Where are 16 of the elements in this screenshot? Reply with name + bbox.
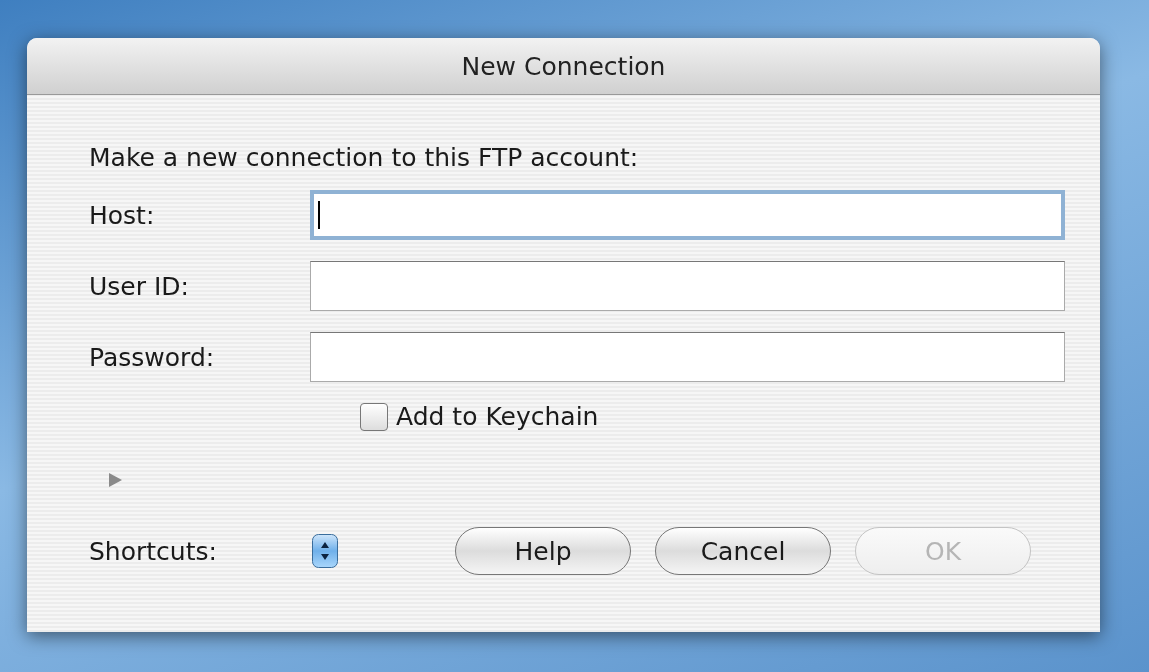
- shortcuts-label: Shortcuts:: [89, 536, 218, 566]
- window-title: New Connection: [461, 51, 666, 81]
- field-label: Host:: [89, 200, 156, 230]
- input-field[interactable]: [310, 261, 1065, 311]
- intro-text: Make a new connection to this FTP account:: [89, 143, 640, 172]
- field-label: User ID:: [89, 271, 190, 301]
- input-field[interactable]: [310, 190, 1065, 240]
- popup-stepper-icon[interactable]: [312, 534, 338, 568]
- dialog-button[interactable]: Cancel: [655, 527, 831, 575]
- field-label: Password:: [89, 342, 216, 372]
- text-cursor: [318, 201, 320, 229]
- dialog-button[interactable]: Help: [455, 527, 631, 575]
- disclosure-triangle-icon[interactable]: [109, 473, 122, 487]
- checkbox-label: Add to Keychain: [396, 402, 599, 431]
- input-field[interactable]: [310, 332, 1065, 382]
- checkbox[interactable]: [360, 402, 388, 431]
